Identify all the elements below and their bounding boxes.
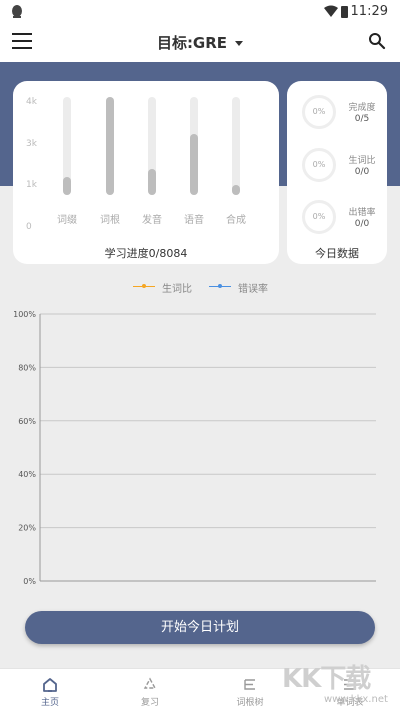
bar-label: 合成: [226, 215, 246, 226]
bar-label: 词根: [100, 215, 120, 226]
progress-bar-fill: [190, 134, 198, 195]
bar-label: 发音: [142, 215, 162, 226]
y-tick-label: 40%: [18, 470, 36, 479]
completion-ring: 0%: [302, 95, 336, 129]
y-axis-label: 1k: [26, 180, 37, 190]
status-time: 11:29: [350, 4, 388, 19]
legend-item: 错误率: [209, 280, 268, 295]
app-bar: 目标:GRE: [0, 24, 400, 62]
progress-bar: [190, 97, 198, 195]
stat-value: 0/5: [354, 114, 370, 124]
stat-label: 生词比: [348, 156, 376, 166]
progress-bar: [63, 97, 71, 195]
legend-dot: [142, 284, 146, 288]
bar-label: 词缀: [57, 215, 77, 226]
y-axis-label: 0: [26, 222, 32, 232]
app-notification-icon: [12, 5, 22, 18]
y-tick-label: 0%: [23, 577, 36, 586]
progress-bar-fill: [63, 177, 71, 195]
tab-home[interactable]: 主页: [0, 669, 100, 711]
y-tick-label: 60%: [18, 417, 36, 426]
progress-bar: [148, 97, 156, 195]
legend-label: 生词比: [162, 284, 192, 295]
legend-dot: [218, 284, 222, 288]
error-rate-ring: 0%: [302, 200, 336, 234]
status-bar: 11:29: [0, 0, 400, 24]
legend-item: 生词比: [133, 280, 192, 295]
stat-value: 0/0: [354, 219, 370, 229]
progress-bar: [232, 97, 240, 195]
watermark-url: www.kkx.net: [324, 694, 388, 705]
tab-review[interactable]: 复习: [100, 669, 200, 711]
y-tick-label: 20%: [18, 524, 36, 533]
tab-label: 复习: [140, 698, 159, 708]
page-title: 目标:GRE: [156, 34, 228, 52]
y-tick-label: 80%: [18, 363, 36, 372]
battery-icon: [341, 6, 348, 18]
home-icon: [43, 678, 57, 692]
y-axis-label: 4k: [26, 97, 37, 107]
progress-bar-fill: [148, 168, 156, 195]
chevron-down-icon: [235, 41, 244, 46]
stat-label: 完成度: [348, 103, 376, 113]
recycle-icon: [143, 677, 157, 689]
stat-label: 出错率: [348, 208, 376, 218]
y-axis-label: 3k: [26, 139, 37, 149]
search-icon[interactable]: [368, 32, 386, 50]
goal-selector[interactable]: 目标:GRE: [0, 32, 400, 53]
tree-icon: [244, 679, 255, 690]
progress-bar-fill: [106, 97, 114, 195]
progress-bar: [106, 97, 114, 195]
wifi-icon: [324, 5, 338, 17]
bar-label: 语音: [184, 215, 204, 226]
trend-line-chart: 100% 80% 60% 40% 20% 0%: [13, 310, 376, 586]
new-word-ratio-ring: 0%: [302, 148, 336, 182]
watermark: KK下载 www.kkx.net: [282, 658, 396, 705]
today-data-title: 今日数据: [315, 247, 359, 260]
legend-label: 错误率: [238, 284, 268, 295]
watermark-logo-text: KK下载: [282, 664, 371, 694]
start-today-plan-button[interactable]: 开始今日计划: [25, 611, 375, 644]
tab-label: 主页: [40, 698, 59, 708]
learning-progress-text: 学习进度0/8084: [104, 247, 188, 260]
y-tick-label: 100%: [13, 310, 36, 319]
stat-value: 0/0: [354, 167, 370, 177]
progress-bar-fill: [232, 185, 240, 195]
